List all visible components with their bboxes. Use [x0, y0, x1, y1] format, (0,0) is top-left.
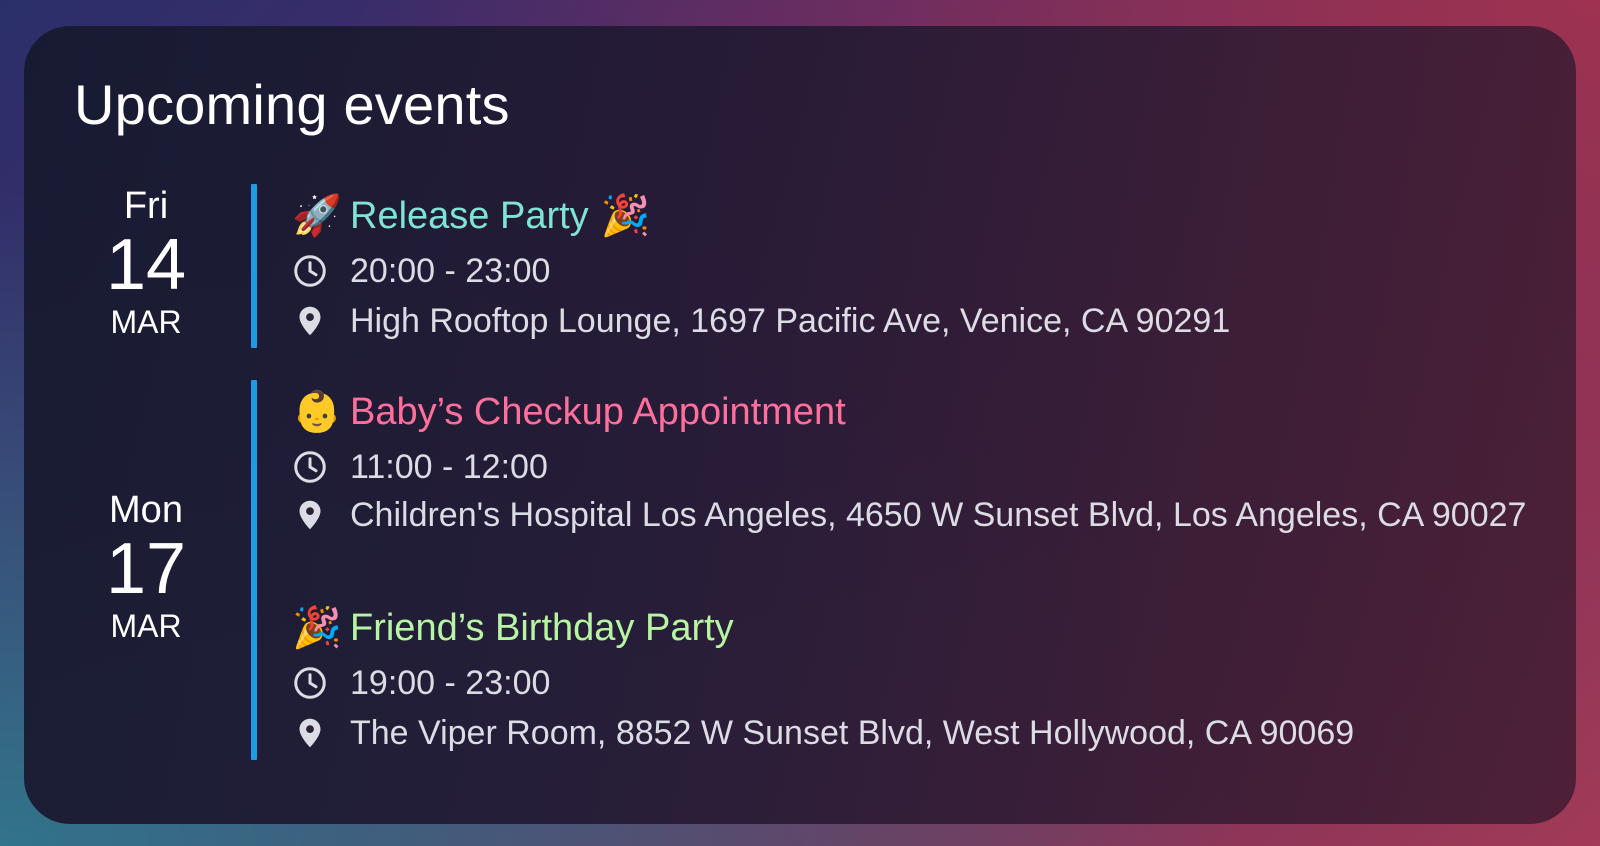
- event-time-row: 19:00 - 23:00: [292, 662, 1532, 704]
- event-location: Children's Hospital Los Angeles, 4650 W …: [350, 496, 1527, 534]
- date-block: Fri 14 MAR: [84, 184, 208, 342]
- event-location-row: The Viper Room, 8852 W Sunset Blvd, West…: [292, 712, 1532, 754]
- widget-title: Upcoming events: [74, 73, 510, 136]
- event-location-row: High Rooftop Lounge, 1697 Pacific Ave, V…: [292, 300, 1532, 342]
- event-release-party[interactable]: 🚀 Release Party 🎉 20:00 - 23:00 High Roo…: [292, 188, 1532, 342]
- day-accent-bar: [251, 184, 257, 348]
- event-title: Friend’s Birthday Party: [350, 607, 734, 649]
- event-location: High Rooftop Lounge, 1697 Pacific Ave, V…: [350, 302, 1231, 340]
- baby-icon: 👶: [292, 390, 342, 434]
- date-day: 14: [105, 225, 187, 305]
- rocket-icon: 🚀: [292, 194, 342, 238]
- event-location-row: Children's Hospital Los Angeles, 4650 W …: [292, 494, 1532, 536]
- event-friends-birthday[interactable]: 🎉 Friend’s Birthday Party 19:00 - 23:00 …: [292, 600, 1532, 754]
- event-time: 19:00 - 23:00: [350, 664, 551, 702]
- date-weekday: Mon: [109, 489, 183, 531]
- event-title: Release Party: [350, 195, 589, 237]
- date-day: 17: [105, 529, 187, 609]
- clock-icon: [292, 665, 350, 701]
- event-time-row: 11:00 - 12:00: [292, 446, 1532, 488]
- clock-icon: [292, 449, 350, 485]
- day-accent-bar: [251, 380, 257, 760]
- event-title-row: 🎉 Friend’s Birthday Party: [292, 600, 1532, 656]
- map-pin-icon: [292, 715, 350, 751]
- party-popper-icon: 🎉: [600, 194, 651, 238]
- map-pin-icon: [292, 303, 350, 339]
- date-month: MAR: [110, 608, 182, 644]
- event-title-row: 🚀 Release Party 🎉: [292, 188, 1532, 244]
- event-time-row: 20:00 - 23:00: [292, 250, 1532, 292]
- event-title-row: 👶 Baby’s Checkup Appointment: [292, 384, 1532, 440]
- map-pin-icon: [292, 497, 350, 533]
- event-time: 20:00 - 23:00: [350, 252, 551, 290]
- event-babys-checkup[interactable]: 👶 Baby’s Checkup Appointment 11:00 - 12:…: [292, 384, 1532, 536]
- event-time: 11:00 - 12:00: [350, 448, 548, 486]
- event-location: The Viper Room, 8852 W Sunset Blvd, West…: [350, 714, 1355, 752]
- date-block: Mon 17 MAR: [84, 488, 208, 646]
- clock-icon: [292, 253, 350, 289]
- party-popper-icon: 🎉: [292, 606, 342, 650]
- date-month: MAR: [110, 304, 182, 340]
- event-title: Baby’s Checkup Appointment: [350, 391, 846, 433]
- date-weekday: Fri: [123, 185, 169, 227]
- upcoming-events-card: Upcoming events Fri 14 MAR 🚀 Release Par…: [24, 26, 1576, 824]
